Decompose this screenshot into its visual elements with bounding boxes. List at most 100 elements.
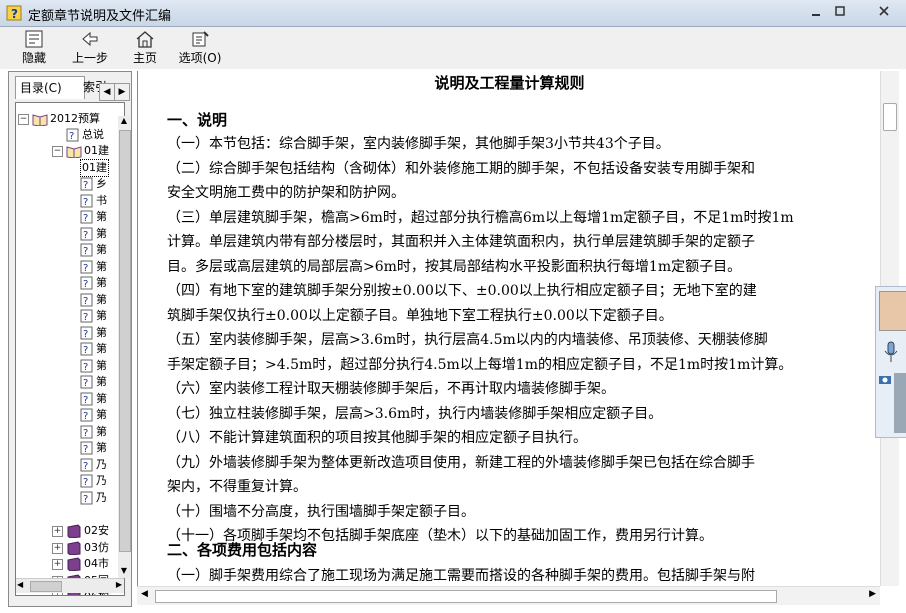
document-paragraph: （二）综合脚手架包括结构（含砌体）和外装修施工期的脚手架，不包括设备安装专用脚手… [167, 160, 755, 177]
scroll-thumb[interactable] [30, 581, 62, 592]
svg-text:?: ? [83, 395, 88, 406]
open-book-icon [32, 114, 48, 126]
svg-text:?: ? [83, 411, 88, 422]
scroll-down-icon[interactable]: ▼ [118, 566, 130, 578]
back-button[interactable]: 上一步 [66, 30, 114, 68]
nav-tabs: 目录(C) 索引 ◀ ▶ [9, 72, 131, 102]
svg-text:?: ? [83, 296, 88, 307]
close-icon[interactable] [864, 2, 904, 20]
collapse-icon[interactable]: − [52, 146, 63, 157]
tree-vertical-scrollbar[interactable]: ▲ ▼ [118, 116, 131, 578]
closed-book-icon [67, 524, 81, 538]
svg-text:?: ? [83, 246, 88, 257]
hide-button[interactable]: 隐藏 [14, 30, 54, 68]
scroll-right-icon[interactable]: ▶ [869, 589, 876, 599]
scroll-left-icon[interactable]: ◀ [141, 589, 148, 599]
help-topic-icon: ? [80, 441, 93, 455]
help-topic-icon: ? [80, 177, 93, 191]
tab-scroll-right-icon[interactable]: ▶ [114, 83, 130, 101]
camera-icon[interactable] [878, 373, 892, 385]
document-paragraph: （七）独立柱装修脚手架，层高>3.6m时，执行内墙装修脚手架相应定额子目。 [167, 405, 663, 422]
help-topic-icon: ? [80, 194, 93, 208]
microphone-icon[interactable] [883, 341, 899, 363]
help-topic-icon: ? [80, 243, 93, 257]
tree-horizontal-scrollbar[interactable]: ◀ ▶ [16, 578, 124, 593]
help-topic-icon: ? [80, 458, 93, 472]
document-paragraph: 目。多层或高层建筑的局部层高>6m时，按其局部结构水平投影面积执行每增1m定额子… [167, 258, 742, 275]
tree-label: 乃 [96, 474, 107, 487]
help-topic-icon: ? [80, 210, 93, 224]
tree-label: 第 [96, 210, 107, 223]
closed-book-icon [67, 540, 81, 555]
scroll-right-icon[interactable]: ▶ [116, 580, 122, 589]
svg-text:?: ? [83, 213, 88, 224]
help-topic-icon: ? [80, 425, 93, 439]
back-label: 上一步 [71, 51, 108, 65]
tree-label: 第 [96, 292, 107, 306]
svg-text:?: ? [83, 444, 88, 455]
options-button[interactable]: 选项(O) [174, 30, 226, 68]
svg-text:?: ? [83, 180, 88, 191]
tab-scroll-left-icon[interactable]: ◀ [99, 83, 115, 101]
svg-text:?: ? [83, 362, 88, 373]
tree-label: 第 [96, 424, 107, 438]
tree-label: 03仿 [84, 540, 109, 554]
tab-contents[interactable]: 目录(C) [15, 76, 85, 99]
expand-icon[interactable]: + [52, 542, 63, 554]
minimize-icon[interactable] [804, 2, 828, 20]
document-paragraph: 安全文明施工费中的防护架和防护网。 [167, 185, 405, 201]
scroll-left-icon[interactable]: ◀ [17, 580, 23, 589]
scroll-thumb[interactable] [155, 590, 777, 603]
hide-label: 隐藏 [21, 51, 46, 65]
svg-text:?: ? [11, 7, 18, 21]
tree-label: 第 [96, 375, 107, 388]
section2-paragraph: （一）脚手架费用综合了施工现场为满足施工需要而搭设的各种脚手架的费用。包括脚手架… [167, 568, 755, 584]
svg-text:?: ? [83, 428, 88, 439]
section1-heading: 一、说明 [167, 111, 228, 129]
document-paragraph: （四）有地下室的建筑脚手架分别按±0.00以下、±0.00以上执行相应定额子目；… [167, 283, 757, 299]
document-paragraph: （一）本节包括：综合脚手架，室内装修脚手架，其他脚手架3小节共43个子目。 [167, 136, 670, 152]
home-label: 主页 [132, 51, 157, 65]
tree-label: 第 [96, 391, 107, 405]
document-paragraph: 手架定额子目；>4.5m时，超过部分执行4.5m以上每增1m的相应定额子目，不足… [167, 356, 793, 373]
home-icon [136, 31, 154, 48]
avatar[interactable] [879, 291, 906, 331]
window-title: 定额章节说明及文件汇编 [28, 9, 172, 24]
tree-label: 第 [96, 342, 107, 355]
help-topic-icon: ? [80, 491, 93, 505]
help-topic-icon: ? [80, 276, 93, 290]
document-title: 说明及工程量计算规则 [434, 74, 585, 92]
tree-label: 第 [96, 325, 107, 339]
help-topic-icon: ? [80, 260, 93, 274]
closed-book-icon [67, 557, 81, 571]
tree-label: 总说 [82, 128, 104, 141]
document-paragraph: （十）围墙不分高度，执行围墙脚手架定额子目。 [167, 503, 475, 520]
svg-text:?: ? [83, 230, 88, 241]
scroll-up-icon[interactable]: ▲ [118, 116, 130, 128]
expand-icon[interactable]: + [52, 526, 63, 537]
tree-label: 第 [96, 259, 107, 273]
tree-label: 乡 [96, 177, 107, 190]
back-arrow-icon [82, 31, 98, 47]
tree-label: 第 [96, 441, 107, 454]
help-topic-icon: ? [80, 342, 93, 356]
tree-label: 乃 [96, 457, 107, 471]
document-paragraph: （五）室内装修脚手架，层高>3.6m时，执行层高4.5m以内的内墙装修、吊顶装修… [167, 332, 768, 348]
home-button[interactable]: 主页 [127, 30, 163, 68]
photo-thumbnail[interactable] [894, 373, 906, 433]
open-book-icon [66, 146, 82, 158]
svg-text:?: ? [83, 279, 88, 290]
document-paragraph: （三）单层建筑脚手架，檐高>6m时，超过部分执行檐高6m以上每增1m定额子目，不… [167, 209, 794, 226]
scroll-thumb[interactable] [119, 130, 131, 552]
tree-label: 02安 [84, 524, 109, 537]
tree-label: 第 [96, 226, 107, 240]
tree-label: 第 [96, 358, 107, 372]
tree-label: 第 [96, 408, 107, 421]
tree-label: 第 [96, 243, 107, 256]
collapse-icon[interactable]: − [18, 114, 29, 125]
document-horizontal-scrollbar[interactable]: ◀ ▶ [137, 586, 880, 605]
scroll-thumb[interactable] [883, 103, 897, 131]
restore-icon[interactable] [828, 2, 852, 20]
expand-icon[interactable]: + [52, 559, 63, 570]
help-topic-icon: ? [80, 359, 93, 373]
